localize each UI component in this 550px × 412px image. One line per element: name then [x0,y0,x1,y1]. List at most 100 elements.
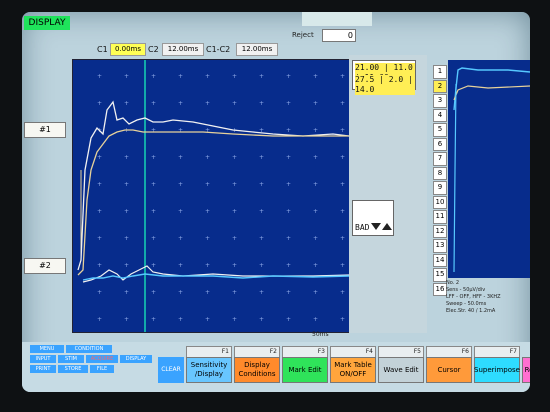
trace-number-15[interactable]: 15 [433,268,447,282]
grid-cross: + [124,208,129,215]
input-button[interactable]: INPUT [30,355,56,363]
print-button[interactable]: PRINT [30,365,56,373]
arrow-up-icon[interactable] [382,223,392,230]
function-button-5[interactable]: Wave Edit [378,357,424,383]
grid-cross: + [124,100,129,107]
grid-cross: + [286,100,291,107]
clear-button[interactable]: CLEAR [158,357,184,383]
mini-trace-cyan [453,67,530,111]
grid-cross: + [313,208,318,215]
trace-number-14[interactable]: 14 [433,253,447,267]
function-button-1[interactable]: Sensitivity /Display [186,357,232,383]
grid-cross: + [313,100,318,107]
grid-cross: + [178,154,183,161]
trace-number-10[interactable]: 10 [433,195,447,209]
grid-cross: + [286,73,291,80]
waveform-plot[interactable]: + + + + + + + + + + + + + + + + + + + + + + + + + + + + + + + + + + + + + + + +… [72,59,350,333]
arrow-down-icon[interactable] [371,223,381,230]
trace-number-5[interactable]: 5 [433,123,447,137]
stim-button[interactable]: STIM [58,355,84,363]
trace-number-11[interactable]: 11 [433,210,447,224]
parameter-info: No. 2 Sens - 50μV/div LFF - OFF, HFF - 3KH… [446,280,530,340]
grid-cross: + [259,289,264,296]
trace-number-2[interactable]: 2 [433,79,447,93]
plot-grid: + + + + + + + + + + + + + + + + + + + + + + + + + + + + + + + + + + + + + + + +… [97,73,345,323]
file-button[interactable]: FILE [90,365,114,373]
store-button[interactable]: STORE [58,365,88,373]
grid-cross: + [97,235,102,242]
grid-cross: + [97,154,102,161]
info-line: No. 2 [446,280,460,286]
superimpose-plot[interactable] [448,60,530,278]
c2-label: C2 [148,45,159,54]
grid-cross: + [340,127,345,134]
grid-cross: + [232,73,237,80]
grid-cross: + [286,235,291,242]
trace-number-1[interactable]: 1 [433,65,447,79]
trace-number-9[interactable]: 9 [433,181,447,195]
function-button-7[interactable]: Superimpose [474,357,520,383]
function-button-2[interactable]: Display Conditions [234,357,280,383]
grid-cross: + [178,316,183,323]
grid-cross: + [340,235,345,242]
grid-cross: + [340,316,345,323]
trace-number-8[interactable]: 8 [433,166,447,180]
grid-cross: + [232,208,237,215]
trace-ch1-yellow [77,129,349,276]
grid-cross: + [259,73,264,80]
function-button-8[interactable]: Re [522,357,530,383]
grid-cross: + [232,100,237,107]
screen: DISPLAY Reject 0 C1 0.00ms C2 12.00ms C1… [22,12,530,392]
display-tab[interactable]: DISPLAY [24,16,70,30]
display-button[interactable]: DISPLAY [120,355,152,363]
trace-number-12[interactable]: 12 [433,224,447,238]
grid-cross: + [151,316,156,323]
grid-cross: + [151,154,156,161]
mini-trace-yellow [453,85,530,101]
grid-cross: + [259,208,264,215]
channel-2-label[interactable]: #2 [24,258,66,274]
grid-cross: + [97,289,102,296]
grid-cross: + [178,181,183,188]
grid-cross: + [340,100,345,107]
grid-cross: + [313,127,318,134]
function-button-6[interactable]: Cursor [426,357,472,383]
grid-cross: + [205,181,210,188]
trace-number-13[interactable]: 13 [433,239,447,253]
trace-number-3[interactable]: 3 [433,94,447,108]
grid-cross: + [313,181,318,188]
info-line: LFF - OFF, HFF - 3KHZ [446,294,501,300]
function-button-4[interactable]: Mark Table ON/OFF [330,357,376,383]
grid-cross: + [286,127,291,134]
grid-cross: + [97,262,102,269]
grid-cross: + [178,208,183,215]
grid-cross: + [286,181,291,188]
trace-number-4[interactable]: 4 [433,108,447,122]
grid-cross: + [313,235,318,242]
grid-cross: + [178,289,183,296]
c1c2-label: C1-C2 [206,45,231,54]
grid-cross: + [178,100,183,107]
grid-cross: + [340,262,345,269]
time-scale-label: 50ms [312,331,329,338]
grid-cross: + [178,73,183,80]
acquire-button[interactable]: ACQUIRE [86,355,118,363]
grid-cross: + [151,262,156,269]
menu-button[interactable]: MENU [30,345,64,353]
grid-cross: + [205,208,210,215]
reject-count: 0 [322,29,356,42]
nav-arrows[interactable]: BAD [352,200,394,236]
function-button-3[interactable]: Mark Edit [282,357,328,383]
grid-cross: + [259,154,264,161]
channel-1-label[interactable]: #1 [24,122,66,138]
grid-cross: + [124,262,129,269]
grid-cross: + [232,235,237,242]
trace-number-16[interactable]: 16 [433,282,447,296]
info-line: Sens - 50μV/div [446,287,486,293]
trace-number-6[interactable]: 6 [433,137,447,151]
grid-cross: + [232,181,237,188]
condition-button[interactable]: CONDITION [66,345,112,353]
grid-cross: + [151,208,156,215]
grid-cross: + [205,289,210,296]
trace-number-7[interactable]: 7 [433,152,447,166]
